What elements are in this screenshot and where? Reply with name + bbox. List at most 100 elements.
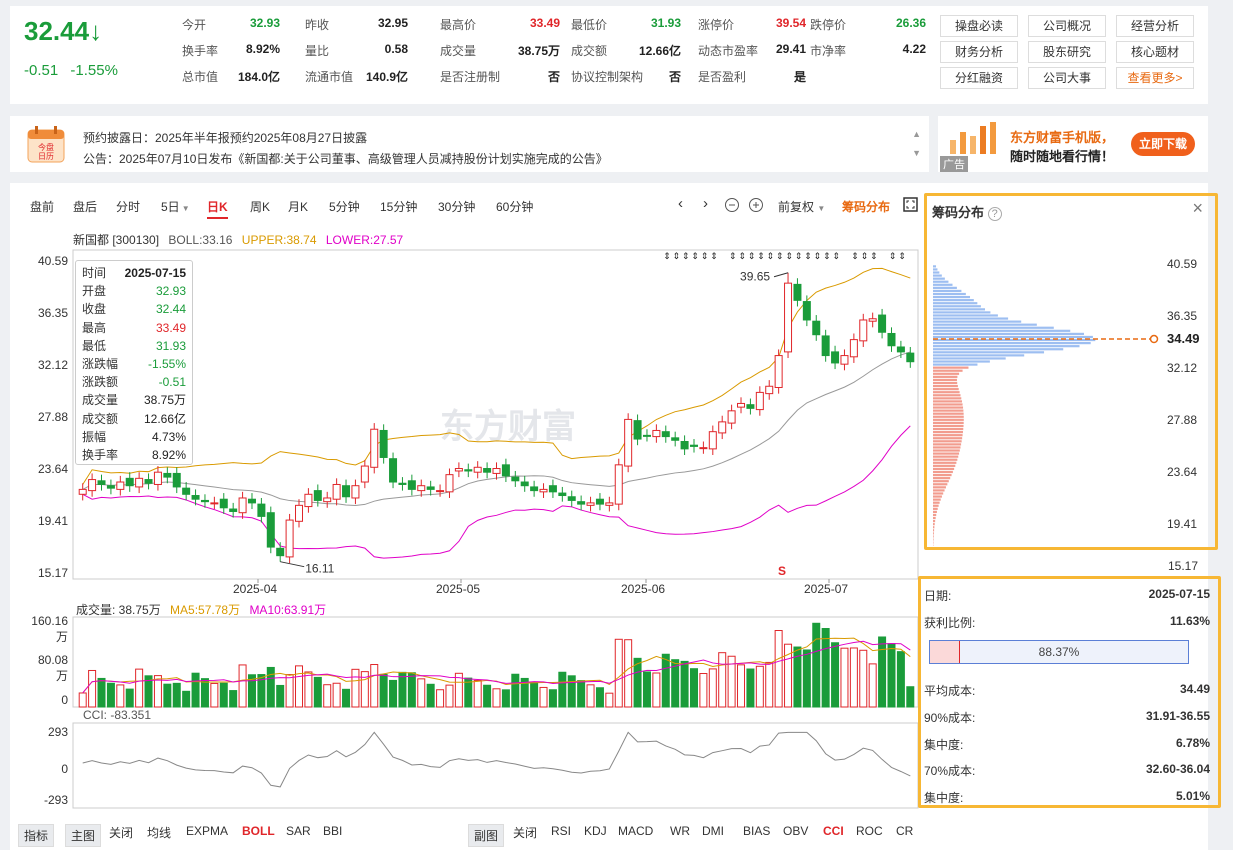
candle: [473, 461, 482, 479]
sub-indicator-option[interactable]: KDJ: [584, 824, 607, 838]
disclosure-date[interactable]: 预约披露日：2025年半年报预约2025年08月27日披露: [83, 129, 367, 146]
sub-indicator-option[interactable]: CCI: [823, 824, 844, 838]
quote-nav-button[interactable]: 公司概况: [1028, 15, 1106, 37]
chip-bar: [933, 523, 935, 526]
main-indicator-option[interactable]: 均线: [147, 824, 171, 841]
quote-stat-value: 29.41: [775, 42, 806, 56]
sub-indicator-option[interactable]: CR: [896, 824, 913, 838]
sub-indicator-option[interactable]: DMI: [702, 824, 724, 838]
tooltip-label: 涨跌额: [82, 375, 119, 390]
candle: [389, 452, 398, 489]
price-tick: 19.41: [37, 514, 68, 529]
volume-bar: [699, 673, 708, 708]
candle: [642, 429, 651, 442]
quote-stat-value: 否: [547, 70, 560, 84]
main-indicator-option[interactable]: 关闭: [109, 824, 133, 841]
volume-bar: [351, 668, 360, 708]
volume-bar: [511, 673, 520, 708]
quote-stat-label: 协议控制架构: [571, 70, 644, 84]
main-indicator-option[interactable]: BOLL: [242, 824, 275, 838]
quote-nav-button[interactable]: 股东研究: [1028, 41, 1106, 63]
main-indicator-option[interactable]: 主图: [65, 824, 102, 847]
candle: [548, 479, 557, 498]
main-indicator-option[interactable]: SAR: [286, 824, 311, 838]
quote-nav-button[interactable]: 分红融资: [940, 67, 1018, 89]
cci-value: CCI: -83.351: [83, 708, 152, 722]
chip-bar: [933, 516, 936, 520]
sub-indicator-option[interactable]: OBV: [783, 824, 808, 838]
chart-panel: 盘前 盘后 分时 5日 ▼ 日K 周K 月K 5分钟 15分钟 30分钟 60分钟 ‹ › 前复权 ▼…: [10, 183, 1221, 850]
scroll-down-icon[interactable]: ▼: [912, 148, 921, 158]
download-button[interactable]: 立即下载: [1131, 132, 1195, 156]
candle: [501, 458, 510, 483]
tooltip-row: 时间 2025-07-15: [82, 264, 186, 282]
quote-stat-label: 昨收: [305, 18, 330, 32]
ad-chart-icon: [946, 120, 1000, 156]
candle: [78, 483, 87, 501]
quote-nav-button[interactable]: 经营分析: [1116, 15, 1194, 37]
volume-bar: [370, 664, 379, 708]
chip-bar: [933, 431, 963, 434]
flag-label: S: [778, 564, 786, 578]
quote-nav-button[interactable]: 操盘必读: [940, 15, 1018, 37]
sub-indicator-option[interactable]: 关闭: [513, 824, 537, 841]
quote-nav-button[interactable]: 核心题材: [1116, 41, 1194, 63]
candle: [595, 493, 604, 511]
candle: [304, 488, 313, 513]
main-indicator-option[interactable]: 指标: [18, 824, 55, 847]
chip-bar: [933, 283, 953, 286]
candle: [210, 496, 219, 510]
tooltip-value: 31.93: [155, 338, 186, 353]
ad-subtitle: 随时随地看行情！: [1010, 149, 1115, 164]
chip-bar: [933, 268, 938, 271]
help-icon[interactable]: ?: [987, 207, 1002, 221]
volume-bar: [445, 684, 454, 708]
high-label: 39.65: [740, 270, 770, 284]
chip-bar: [933, 308, 985, 311]
quote-nav-button[interactable]: 财务分析: [940, 41, 1018, 63]
volume-bar: [332, 682, 341, 708]
chip-bar: [933, 458, 958, 461]
tooltip-label: 成交量: [82, 393, 119, 408]
candle: [407, 474, 416, 496]
tooltip-row: 开盘 32.93: [82, 282, 186, 300]
quote-stat-value: 38.75万: [517, 44, 560, 58]
announcement-link[interactable]: 公告：2025年07月10日发布《新国都:关于公司董事、高级管理人员减持股份计划…: [83, 150, 608, 167]
date-tick: 2025-07: [804, 582, 849, 596]
quote-stat-label: 流通市值: [305, 70, 354, 84]
quote-stat-label: 总市值: [182, 70, 219, 84]
chip-bar: [933, 381, 958, 385]
close-icon[interactable]: ×: [1192, 198, 1203, 219]
chip-bar: [933, 507, 938, 510]
volume-tick: 0: [61, 693, 68, 707]
main-indicator-option[interactable]: BBI: [323, 824, 342, 838]
candle: [125, 472, 134, 492]
quote-stat-label: 成交额: [571, 44, 608, 58]
sub-indicator-option[interactable]: RSI: [551, 824, 571, 838]
quote-nav-button[interactable]: 公司大事: [1028, 67, 1106, 89]
main-indicator-option[interactable]: EXPMA: [186, 824, 228, 838]
quote-nav-button[interactable]: 查看更多>: [1116, 67, 1194, 89]
candle: [887, 327, 896, 352]
scroll-up-icon[interactable]: ▲: [912, 129, 921, 139]
volume-bar: [313, 676, 322, 708]
chip-bar: [933, 467, 955, 471]
candle: [849, 333, 858, 363]
sub-indicator-option[interactable]: MACD: [618, 824, 653, 838]
candle: [135, 472, 144, 494]
tooltip-label: 振幅: [82, 429, 107, 444]
quote-row: 今开 32.93 昨收 32.95 最高价 33.49 最低价 31.93 涨停价 39.54 跌停…: [182, 16, 942, 34]
tooltip-label: 成交额: [82, 411, 119, 426]
volume-bar: [323, 684, 332, 708]
sub-indicator-option[interactable]: WR: [670, 824, 690, 838]
tooltip-label: 开盘: [82, 284, 107, 299]
date-tick: 2025-05: [436, 582, 481, 596]
sub-indicator-option[interactable]: ROC: [856, 824, 883, 838]
chip-bar: [933, 286, 957, 289]
volume-bar: [887, 643, 896, 708]
volume-bar: [238, 664, 247, 708]
sub-indicator-option[interactable]: 副图: [468, 824, 505, 847]
sub-indicator-option[interactable]: BIAS: [743, 824, 770, 838]
app-ad[interactable]: 广告 东方财富手机版， 随时随地看行情！ 立即下载: [938, 116, 1208, 172]
volume-bar: [483, 684, 492, 708]
